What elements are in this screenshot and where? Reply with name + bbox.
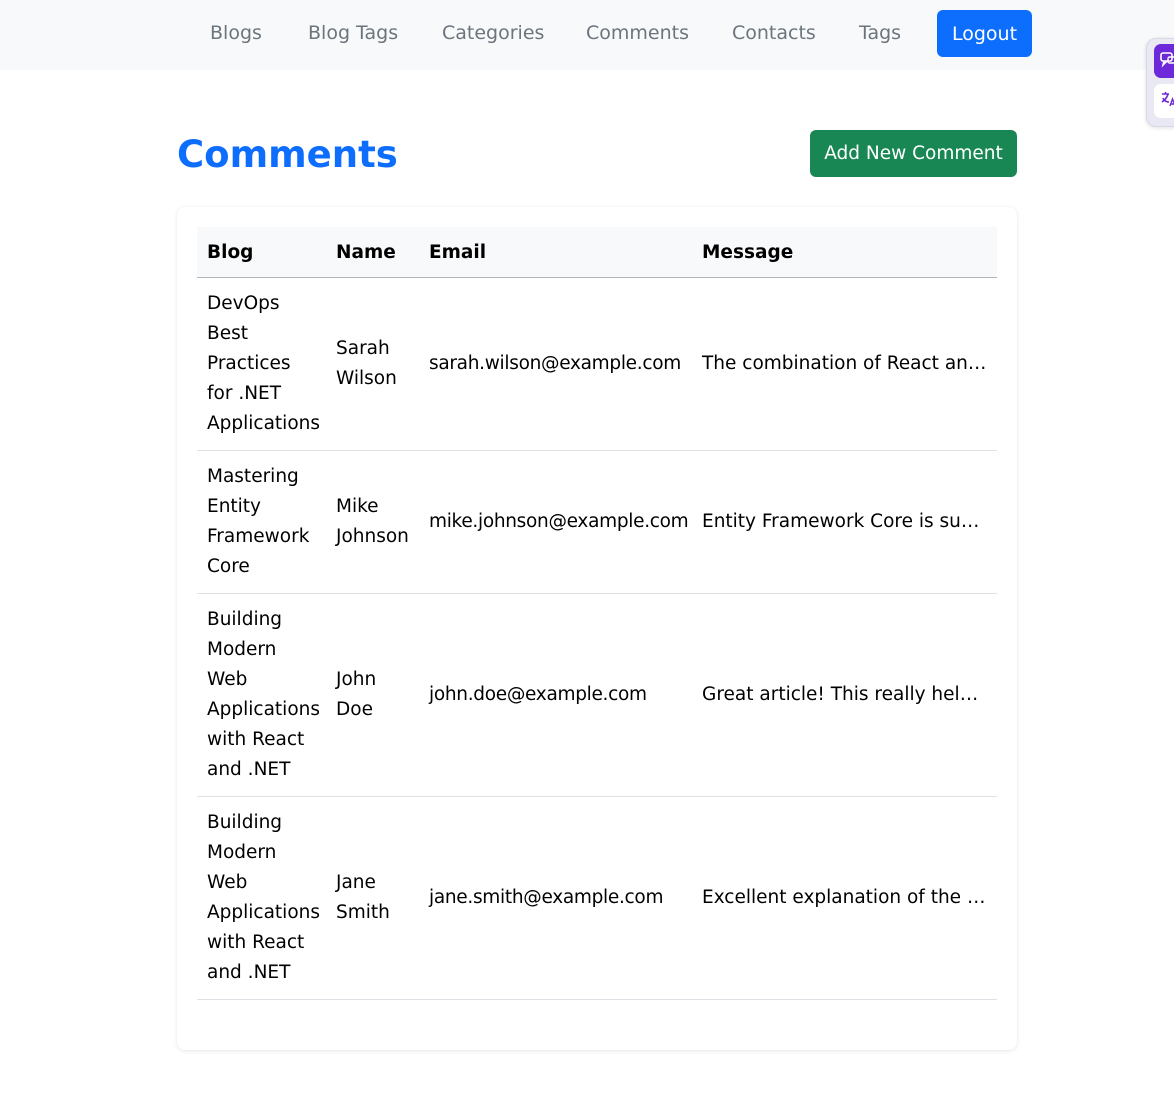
cell-message: The combination of React and .... bbox=[692, 277, 997, 451]
cell-blog: Mastering Entity Framework Core bbox=[197, 450, 326, 594]
cell-name: Sarah Wilson bbox=[326, 277, 419, 451]
table-row: Building Modern Web Applications with Re… bbox=[197, 796, 997, 1000]
nav-link-comments[interactable]: Comments bbox=[586, 22, 689, 44]
cell-name: Mike Johnson bbox=[326, 450, 419, 594]
cell-blog: DevOps Best Practices for .NET Applicati… bbox=[197, 277, 326, 451]
page-title: Comments bbox=[177, 133, 398, 176]
cell-message: Entity Framework Core is such ... bbox=[692, 450, 997, 594]
cell-name: Jane Smith bbox=[326, 796, 419, 1000]
nav-link-blog-tags[interactable]: Blog Tags bbox=[308, 22, 398, 44]
table-header-row: Blog Name Email Message bbox=[197, 227, 997, 278]
cell-email: mike.johnson@example.com bbox=[419, 450, 692, 594]
nav-link-contacts[interactable]: Contacts bbox=[732, 22, 816, 44]
logout-button[interactable]: Logout bbox=[937, 10, 1032, 57]
column-header-blog: Blog bbox=[197, 227, 326, 278]
chat-bubble-icon bbox=[1159, 50, 1174, 72]
table-row: DevOps Best Practices for .NET Applicati… bbox=[197, 277, 997, 451]
cell-email: sarah.wilson@example.com bbox=[419, 277, 692, 451]
cell-email: jane.smith@example.com bbox=[419, 796, 692, 1000]
comments-table: Blog Name Email Message DevOps Best Prac… bbox=[197, 227, 997, 1000]
cell-email: john.doe@example.com bbox=[419, 593, 692, 797]
cell-message: Excellent explanation of the ne... bbox=[692, 796, 997, 1000]
cell-name: John Doe bbox=[326, 593, 419, 797]
browser-extension-widget bbox=[1146, 38, 1174, 127]
add-new-comment-button[interactable]: Add New Comment bbox=[810, 130, 1017, 177]
column-header-message: Message bbox=[692, 227, 997, 278]
translate-icon bbox=[1159, 90, 1174, 112]
table-row: Building Modern Web Applications with Re… bbox=[197, 593, 997, 797]
column-header-email: Email bbox=[419, 227, 692, 278]
cell-blog: Building Modern Web Applications with Re… bbox=[197, 796, 326, 1000]
extension-translate-button[interactable] bbox=[1154, 84, 1174, 118]
top-navbar: Blogs Blog Tags Categories Comments Cont… bbox=[0, 0, 1174, 70]
cell-message: Great article! This really helped ... bbox=[692, 593, 997, 797]
nav-link-categories[interactable]: Categories bbox=[442, 22, 544, 44]
extension-chat-button[interactable] bbox=[1154, 44, 1174, 78]
comments-card: Blog Name Email Message DevOps Best Prac… bbox=[177, 207, 1017, 1050]
table-row: Mastering Entity Framework Core Mike Joh… bbox=[197, 450, 997, 594]
nav-link-tags[interactable]: Tags bbox=[859, 22, 901, 44]
nav-link-blogs[interactable]: Blogs bbox=[210, 22, 262, 44]
cell-blog: Building Modern Web Applications with Re… bbox=[197, 593, 326, 797]
column-header-name: Name bbox=[326, 227, 419, 278]
